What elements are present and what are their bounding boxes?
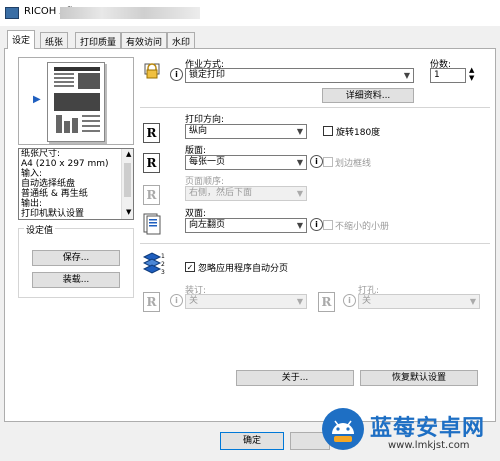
preset-group-title: 设定值 (24, 223, 56, 236)
chevron-down-icon: ▼ (296, 127, 303, 136)
summary-line: 纸张尺寸: (21, 149, 61, 159)
orientation-value: 纵向 (189, 126, 208, 136)
tab-effective-access[interactable]: 有效访问 (121, 32, 168, 48)
ignore-app-collate-label: 忽略应用程序自动分页 (198, 264, 289, 274)
info-icon[interactable]: i (343, 294, 356, 307)
save-button[interactable]: 保存... (32, 250, 120, 266)
punch-value: 关 (362, 296, 372, 306)
rotate-180-checkbox[interactable] (323, 126, 333, 136)
duplex-select[interactable]: 向左翻页 ▼ (185, 218, 307, 233)
tab-settings[interactable]: 设定 (7, 30, 36, 49)
scroll-down-icon[interactable]: ▼ (124, 207, 131, 217)
svg-text:1: 1 (161, 253, 165, 260)
settings-summary-list[interactable]: 纸张尺寸: A4 (210 x 297 mm) 输入: 自动选择纸盘 普通纸 &… (18, 148, 134, 220)
staple-select[interactable]: 关 ▼ (185, 294, 307, 309)
title-bar: RICOH Afic (0, 0, 500, 26)
summary-line: 输入: (21, 169, 43, 179)
page-order-icon: R (143, 185, 160, 205)
divider (140, 107, 490, 108)
layout-icon: R (143, 153, 160, 173)
rotate-180-label: 旋转180度 (336, 128, 381, 138)
summary-scrollbar[interactable]: ▲ ▼ (121, 149, 133, 219)
duplex-icon (143, 213, 161, 235)
layout-value: 每张一页 (189, 157, 226, 167)
chevron-down-icon: ▼ (296, 297, 303, 306)
copies-value: 1 (434, 70, 440, 80)
watermark-url: www.lmkjst.com (388, 440, 470, 451)
orientation-icon: R (143, 123, 160, 143)
summary-line: 打印机默认设置 (21, 209, 85, 219)
svg-text:2: 2 (161, 261, 165, 268)
chevron-down-icon: ▼ (296, 158, 303, 167)
page-preview: ▶ (18, 57, 134, 145)
preview-page (47, 62, 105, 142)
lock-icon (143, 62, 161, 80)
tab-paper[interactable]: 纸张 (40, 32, 69, 48)
details-button[interactable]: 详细资料... (322, 88, 414, 103)
ignore-app-collate-checkbox[interactable]: ✓ (185, 262, 195, 272)
no-reduce-booklet-checkbox[interactable] (323, 220, 333, 230)
page-order-select[interactable]: 右侧，然后下面 ▼ (185, 186, 307, 201)
summary-line: A4 (210 x 297 mm) (21, 159, 109, 169)
border-line-checkbox[interactable] (323, 157, 333, 167)
copies-stepper[interactable]: 1 (430, 68, 466, 83)
scroll-thumb[interactable] (124, 163, 131, 197)
info-icon[interactable]: i (310, 155, 323, 168)
divider (140, 243, 490, 244)
staple-icon: R (143, 292, 160, 312)
chevron-down-icon: ▼ (296, 189, 303, 198)
info-icon[interactable]: i (170, 294, 183, 307)
orientation-select[interactable]: 纵向 ▼ (185, 124, 307, 139)
preview-pointer-icon: ▶ (33, 94, 41, 105)
collate-icon: 1 2 3 (142, 251, 165, 279)
border-line-label: 划边框线 (335, 159, 372, 169)
no-reduce-booklet-label: 不缩小的小册 (335, 222, 390, 232)
chevron-down-icon: ▼ (296, 221, 303, 230)
printer-icon (5, 7, 19, 19)
summary-line: 自动选择纸盘 (21, 179, 76, 189)
punch-icon: R (318, 292, 335, 312)
summary-line: 普通纸 & 再生纸 (21, 189, 88, 199)
load-button[interactable]: 装载... (32, 272, 120, 288)
scroll-up-icon[interactable]: ▲ (124, 149, 131, 159)
watermark-brand: 蓝莓安卓网 (370, 416, 486, 441)
tab-watermark[interactable]: 水印 (167, 32, 196, 48)
tab-print-quality[interactable]: 打印质量 (75, 32, 122, 48)
job-type-value: 锁定打印 (189, 70, 226, 80)
restore-defaults-button[interactable]: 恢复默认设置 (360, 370, 478, 386)
ok-button[interactable]: 确定 (220, 432, 284, 450)
info-icon[interactable]: i (310, 218, 323, 231)
info-icon[interactable]: i (170, 68, 183, 81)
svg-text:3: 3 (161, 269, 165, 276)
title-obscured-region (60, 7, 200, 19)
page-order-value: 右侧，然后下面 (189, 188, 253, 198)
android-logo-icon (322, 408, 364, 450)
stepper-arrows-icon[interactable]: ▲ ▼ (469, 66, 474, 82)
site-watermark: 蓝莓安卓网 www.lmkjst.com (322, 404, 498, 459)
staple-value: 关 (189, 296, 199, 306)
punch-select[interactable]: 关 ▼ (358, 294, 480, 309)
summary-line: 输出: (21, 199, 43, 209)
chevron-down-icon: ▼ (403, 71, 410, 80)
chevron-down-icon: ▼ (469, 297, 476, 306)
duplex-value: 向左翻页 (189, 220, 226, 230)
about-button[interactable]: 关于... (236, 370, 354, 386)
job-type-select[interactable]: 锁定打印 ▼ (185, 68, 414, 83)
layout-select[interactable]: 每张一页 ▼ (185, 155, 307, 170)
